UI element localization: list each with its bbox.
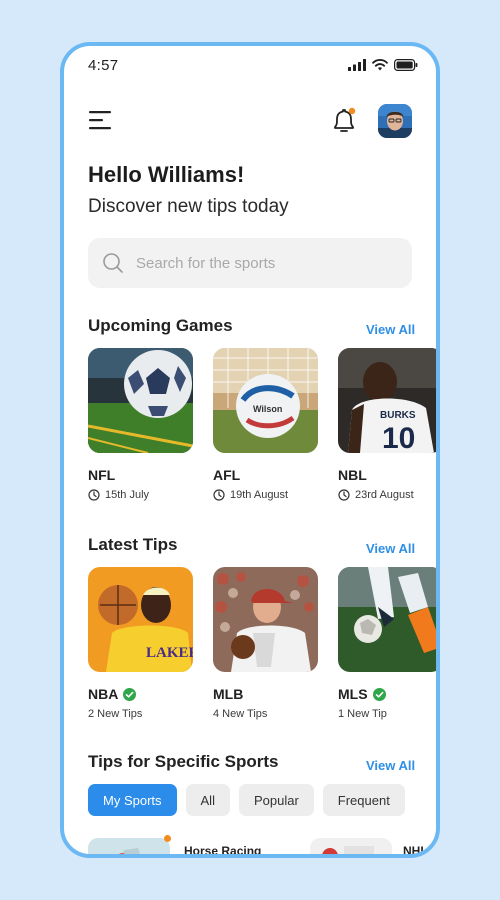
chip-all[interactable]: All (185, 784, 230, 816)
sport-filter-chips: My Sports All Popular Frequent (88, 784, 405, 816)
tip-title-text: MLS (338, 686, 368, 702)
greeting-subtitle: Discover new tips today (88, 196, 289, 217)
phone-screen: 4:57 Hello Williams! Discover new tips t… (60, 42, 440, 858)
hamburger-icon (89, 111, 111, 130)
notifications-button[interactable] (330, 106, 358, 136)
status-time: 4:57 (88, 56, 119, 74)
clock-icon (338, 489, 350, 501)
upcoming-games-title: Upcoming Games (88, 316, 233, 335)
chip-my-sports[interactable]: My Sports (88, 784, 177, 816)
tip-count: 4 New Tips (213, 708, 268, 720)
tip-image-mlb (213, 567, 318, 672)
latest-tips-view-all-link[interactable]: View All (366, 541, 415, 556)
game-title: AFL (213, 467, 241, 483)
tip-title-text: MLB (213, 686, 244, 702)
latest-tips-title: Latest Tips (88, 535, 178, 554)
sport-name-horse-racing: Horse Racing (184, 844, 262, 858)
search-bar[interactable] (88, 238, 412, 288)
game-date: 15th July (88, 489, 193, 501)
game-title: NBL (338, 467, 367, 483)
svg-text:10: 10 (382, 422, 415, 453)
greeting-heading: Hello Williams! (88, 162, 245, 187)
tip-title: MLB (213, 686, 318, 702)
game-date-text: 19th August (230, 489, 289, 501)
latest-tips-list: LAKER NBA 2 New Tips (88, 567, 436, 720)
upcoming-view-all-link[interactable]: View All (366, 322, 415, 337)
specific-sports-title: Tips for Specific Sports (88, 752, 279, 771)
upcoming-games-list: NFL 15th July Wilson AFL 19th August BUR… (88, 348, 436, 501)
game-date: 23rd August (338, 489, 436, 501)
notification-dot (348, 107, 356, 115)
user-avatar[interactable] (378, 104, 412, 138)
game-card-nfl[interactable]: NFL 15th July (88, 348, 193, 501)
sport-image-horse-racing[interactable] (88, 838, 170, 854)
tip-card-mlb[interactable]: MLB 4 New Tips (213, 567, 318, 720)
chip-frequent[interactable]: Frequent (322, 784, 405, 816)
svg-text:BURKS: BURKS (380, 410, 416, 421)
status-bar: 4:57 (88, 54, 418, 76)
game-date: 19th August (213, 489, 318, 501)
game-date-text: 15th July (105, 489, 150, 501)
menu-button[interactable] (88, 108, 114, 132)
sport-image-nhl[interactable] (310, 838, 392, 854)
tip-image-mls (338, 567, 436, 672)
game-image-afl: Wilson (213, 348, 318, 453)
bell-icon (334, 107, 356, 132)
game-title: NFL (88, 467, 116, 483)
game-date-text: 23rd August (355, 489, 414, 501)
specific-view-all-link[interactable]: View All (366, 758, 415, 773)
tip-card-mls[interactable]: MLS 1 New Tip (338, 567, 436, 720)
chip-popular[interactable]: Popular (238, 784, 314, 816)
game-image-nbl: BURKS 10 (338, 348, 436, 453)
tip-count: 2 New Tips (88, 708, 143, 720)
svg-text:Wilson: Wilson (253, 404, 282, 414)
search-input[interactable] (136, 254, 366, 272)
specific-sports-list: Horse Racing NHL (88, 835, 436, 858)
clock-icon (213, 489, 225, 501)
clock-icon (88, 489, 100, 501)
signal-icon (348, 59, 366, 71)
sport-name-nhl: NHL (403, 844, 428, 858)
tip-count: 1 New Tip (338, 708, 387, 720)
game-card-afl[interactable]: Wilson AFL 19th August (213, 348, 318, 501)
verified-icon (123, 687, 137, 701)
tip-title-text: NBA (88, 686, 119, 702)
battery-icon (394, 59, 418, 71)
tip-image-nba: LAKER (88, 567, 193, 672)
new-badge-dot (164, 835, 171, 842)
verified-icon (372, 687, 386, 701)
wifi-icon (372, 59, 388, 71)
system-icons (348, 59, 418, 71)
tip-card-nba[interactable]: LAKER NBA 2 New Tips (88, 567, 193, 720)
search-icon (103, 253, 123, 273)
tip-title: MLS (338, 686, 436, 702)
game-image-nfl (88, 348, 193, 453)
game-card-nbl[interactable]: BURKS 10 NBL 23rd August (338, 348, 436, 501)
svg-text:LAKER: LAKER (146, 645, 193, 661)
tip-title: NBA (88, 686, 193, 702)
